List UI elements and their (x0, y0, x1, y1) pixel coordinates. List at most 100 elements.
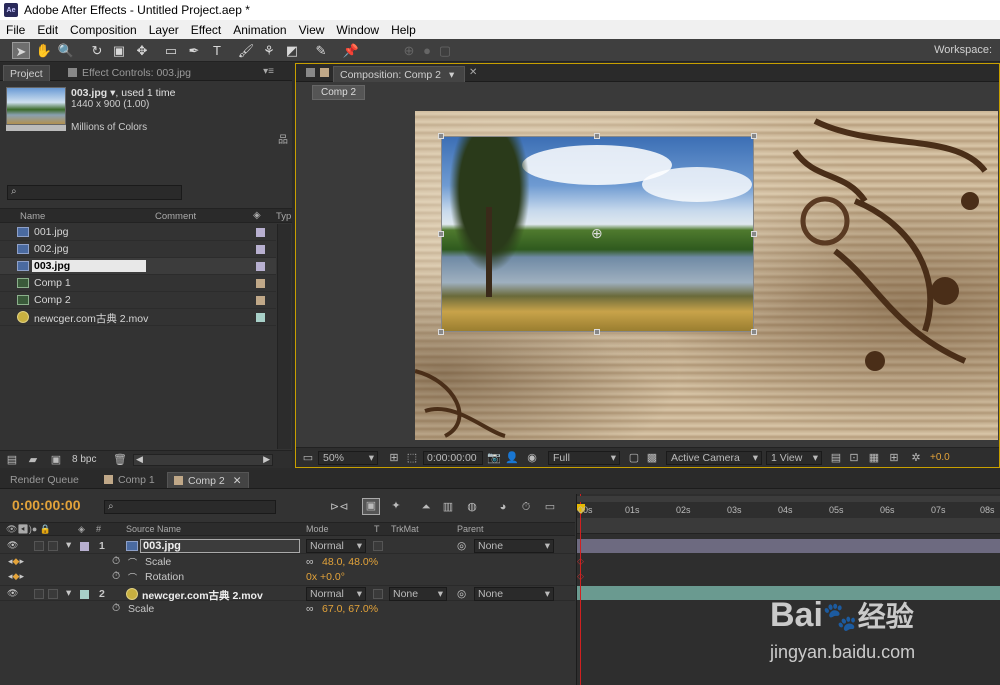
lock-switch[interactable] (48, 589, 58, 599)
lock-switch[interactable] (48, 541, 58, 551)
column-name[interactable]: Name (20, 211, 45, 222)
parent-dropdown[interactable]: None ▾ (474, 539, 554, 553)
close-icon[interactable]: ✕ (469, 67, 477, 78)
menu-layer[interactable]: Layer (143, 23, 185, 37)
axis-mode-icon[interactable]: ⊕ (400, 42, 418, 59)
tab-render-queue[interactable]: Render Queue (4, 472, 85, 488)
visibility-eye-icon[interactable]: 👁 (7, 588, 18, 599)
puppet-pin-tool-icon[interactable]: 📌 (342, 42, 360, 59)
menu-composition[interactable]: Composition (64, 23, 143, 37)
blend-mode-dropdown[interactable]: Normal ▾ (306, 539, 366, 553)
lock-icon[interactable] (306, 68, 315, 77)
preview-name[interactable]: 003.jpg (71, 87, 107, 99)
layer-row[interactable]: 👁 ▾ 2 newcger.com古典 2.mov Normal ▾ None ▾ … (0, 585, 575, 602)
auto-keyframe-icon[interactable]: ⏱ (518, 500, 534, 514)
comp-mini-flowchart-icon[interactable]: ⊳⊲ (330, 500, 348, 514)
constrain-proportions-icon[interactable]: ∞ (306, 603, 314, 615)
menu-edit[interactable]: Edit (31, 23, 64, 37)
list-item[interactable]: Comp 1 (0, 275, 276, 292)
menu-view[interactable]: View (293, 23, 331, 37)
timeline-search-input[interactable]: ⌕ (104, 500, 276, 514)
list-item[interactable]: Comp 2 (0, 292, 276, 309)
transform-handle[interactable] (594, 133, 600, 139)
show-snapshot-icon[interactable]: 👤 (504, 451, 520, 465)
trkmat-dropdown[interactable]: None ▾ (389, 587, 447, 601)
label-tag-icon[interactable]: ◈ (253, 210, 261, 221)
pen-tool-icon[interactable]: ✒ (185, 42, 203, 59)
shy-layers-icon[interactable]: ⏶ (418, 500, 434, 514)
tab-composition[interactable]: Composition: Comp 2 ▾ (333, 66, 465, 82)
blend-mode-dropdown[interactable]: Normal ▾ (306, 587, 366, 601)
list-item[interactable]: 001.jpg (0, 224, 276, 241)
layer-label-swatch[interactable] (80, 590, 89, 599)
anchor-point-icon[interactable]: ⊕ (591, 226, 603, 240)
current-time-field[interactable]: 0:00:00:00 (423, 451, 483, 465)
project-scrollbar[interactable] (277, 224, 291, 449)
timeline-icon[interactable]: ▦ (866, 451, 882, 465)
brainstorm-icon[interactable]: ◕ (495, 500, 511, 514)
transform-handle[interactable] (438, 329, 444, 335)
eraser-tool-icon[interactable]: ◩ (283, 42, 301, 59)
new-composition-icon[interactable]: ▣ (48, 453, 64, 467)
workspace-label[interactable]: Workspace: (934, 44, 992, 56)
twirl-down-icon[interactable]: ▾ (66, 539, 71, 551)
composition-canvas[interactable]: ⊕ (415, 111, 998, 440)
solo-switch[interactable] (34, 589, 44, 599)
list-item[interactable]: newcger.com古典 2.mov (0, 309, 276, 326)
time-ruler[interactable] (577, 518, 1000, 534)
column-mode[interactable]: Mode (306, 524, 329, 534)
stopwatch-icon[interactable]: ⏱ (112, 602, 120, 615)
property-row[interactable]: ◂◆▸ ⏱ ⌒ Scale ∞ 48.0, 48.0% (0, 555, 575, 570)
layer-label-swatch[interactable] (80, 542, 89, 551)
tab-project[interactable]: Project (3, 65, 50, 81)
scroll-right-icon[interactable]: ▶ (263, 454, 270, 465)
selection-tool-icon[interactable]: ➤ (12, 42, 30, 59)
layer-row[interactable]: 👁 ▾ 1 003.jpg Normal ▾ ◎ None ▾ (0, 538, 575, 554)
property-row[interactable]: ⏱ Scale ∞ 67.0, 67.0% (0, 602, 575, 617)
graph-icon[interactable]: ⌒ (128, 556, 137, 569)
channel-icon[interactable]: ◉ (524, 451, 540, 465)
project-search-input[interactable]: ⌕ (7, 185, 182, 200)
parent-dropdown[interactable]: None ▾ (474, 587, 554, 601)
horizontal-scrollbar[interactable]: ◀ ▶ (133, 454, 273, 466)
layer-name-field[interactable]: 003.jpg (140, 539, 300, 553)
bpc-toggle[interactable]: 8 bpc (72, 454, 96, 465)
transform-handle[interactable] (438, 231, 444, 237)
keyframe-navigator-icon[interactable]: ◂◆▸ (8, 571, 24, 582)
menu-effect[interactable]: Effect (185, 23, 227, 37)
transparency-grid-icon[interactable]: ▩ (644, 451, 660, 465)
menu-window[interactable]: Window (330, 23, 385, 37)
camera-dropdown[interactable]: Active Camera ▾ (666, 451, 762, 465)
frame-blending-icon[interactable]: ▥ (440, 500, 456, 514)
tab-dropdown-icon[interactable]: ▾ (449, 69, 454, 81)
label-color-swatch[interactable] (256, 296, 265, 305)
live-update-icon[interactable]: ▣ (362, 498, 380, 515)
region-of-interest-icon[interactable]: ▢ (626, 451, 642, 465)
column-type[interactable]: Typ (276, 211, 291, 222)
label-color-swatch[interactable] (256, 245, 265, 254)
motion-blur-icon[interactable]: ◍ (464, 500, 480, 514)
always-preview-icon[interactable]: ▭ (300, 451, 316, 465)
tab-comp-1[interactable]: Comp 1 (98, 472, 161, 488)
column-trkmat[interactable]: TrkMat (391, 524, 419, 534)
new-folder-icon[interactable]: ▰ (25, 453, 41, 467)
pick-whip-icon[interactable]: ◎ (457, 588, 466, 600)
preserve-transparency-switch[interactable] (373, 589, 383, 599)
transform-handle[interactable] (751, 133, 757, 139)
brush-tool-icon[interactable]: 🖌 (237, 42, 255, 59)
draft-3d-icon[interactable]: ✦ (388, 499, 404, 513)
close-icon[interactable]: ✕ (233, 475, 242, 487)
property-value[interactable]: 67.0, 67.0% (322, 603, 378, 615)
pan-behind-tool-icon[interactable]: ✥ (133, 42, 151, 59)
label-tag-icon[interactable]: ◈ (78, 524, 85, 535)
exposure-icon[interactable]: ✲ (908, 451, 924, 465)
column-parent[interactable]: Parent (457, 524, 484, 534)
label-color-swatch[interactable] (256, 262, 265, 271)
list-item[interactable]: 002.jpg (0, 241, 276, 258)
tab-comp-2[interactable]: Comp 2 ✕ (167, 472, 249, 488)
views-dropdown[interactable]: 1 View ▾ (766, 451, 822, 465)
property-row[interactable]: ◂◆▸ ⏱ ⌒ Rotation 0x +0.0° (0, 570, 575, 585)
resolution-dropdown[interactable]: Full ▾ (548, 451, 620, 465)
comp-breadcrumb[interactable]: Comp 2 (312, 85, 366, 100)
mask-visibility-icon[interactable]: ⬚ (404, 451, 420, 465)
